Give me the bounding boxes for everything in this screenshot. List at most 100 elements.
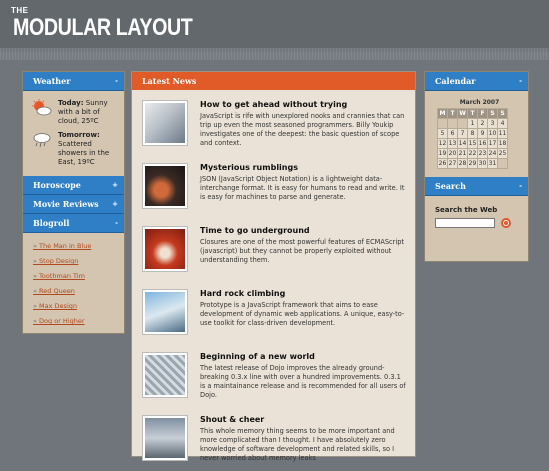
calendar-day[interactable]: 22 xyxy=(467,148,478,159)
calendar-day[interactable]: 28 xyxy=(457,158,468,169)
calendar-day[interactable]: 12 xyxy=(437,138,448,149)
blogroll-link[interactable]: Toothman Tim xyxy=(33,269,116,284)
calendar-day[interactable]: 17 xyxy=(487,138,498,149)
calendar-day xyxy=(457,118,468,129)
blogroll-link[interactable]: The Man in Blue xyxy=(33,239,116,254)
weather-header[interactable]: Weather - xyxy=(23,72,124,91)
header-strip xyxy=(0,48,549,60)
calendar-day[interactable]: 13 xyxy=(447,138,458,149)
search-header-label: Search xyxy=(435,181,466,191)
calendar-day[interactable]: 8 xyxy=(467,128,478,139)
blogroll-link[interactable]: Stop Design xyxy=(33,254,116,269)
weather-tomorrow-text: Scattered showers in the East, 19ºC xyxy=(58,140,110,166)
calendar-day[interactable]: 15 xyxy=(467,138,478,149)
latest-news-header: Latest News xyxy=(132,72,415,90)
left-sidebar: Weather - Today: Sunny with a bit of clo… xyxy=(22,71,125,334)
news-title[interactable]: Mysterious rumblings xyxy=(200,163,407,172)
calendar-day[interactable]: 7 xyxy=(457,128,468,139)
calendar-widget: March 2007 M T W T F S S 1 2 3 4 5 6 7 8 9 10 11 12… xyxy=(425,91,528,169)
rain-cloud-icon xyxy=(31,131,53,149)
horoscope-header-label: Horoscope xyxy=(33,180,81,190)
calendar-grid: M T W T F S S 1 2 3 4 5 6 7 8 9 10 11 12 13 14 15 16 17 1… xyxy=(437,108,508,169)
news-thumbnail[interactable] xyxy=(142,163,188,209)
calendar-day[interactable]: 19 xyxy=(437,148,448,159)
calendar-day[interactable]: 21 xyxy=(457,148,468,159)
search-header[interactable]: Search - xyxy=(425,177,528,196)
news-summary: The latest release of Dojo improves the … xyxy=(200,364,406,399)
news-thumbnail[interactable] xyxy=(142,352,188,398)
blogroll-link[interactable]: Dog or Higher xyxy=(33,314,116,329)
calendar-week: 12 13 14 15 16 17 18 xyxy=(437,138,508,149)
calendar-day[interactable]: 1 xyxy=(467,118,478,129)
calendar-day xyxy=(437,118,448,129)
news-title[interactable]: Beginning of a new world xyxy=(200,352,407,361)
calendar-header[interactable]: Calendar - xyxy=(425,72,528,91)
news-thumbnail[interactable] xyxy=(142,226,188,272)
news-item: Time to go underground Closures are one … xyxy=(132,220,415,276)
sun-cloud-icon xyxy=(31,99,53,117)
calendar-day[interactable]: 24 xyxy=(487,148,498,159)
news-summary: JSON (JavaScript Object Notation) is a l… xyxy=(200,175,405,201)
horoscope-header[interactable]: Horoscope + xyxy=(23,176,124,195)
calendar-day[interactable]: 9 xyxy=(477,128,488,139)
calendar-day[interactable]: 6 xyxy=(447,128,458,139)
calendar-day xyxy=(447,118,458,129)
weather-tomorrow: Tomorrow: Scattered showers in the East,… xyxy=(31,131,118,167)
calendar-day[interactable]: 10 xyxy=(487,128,498,139)
blogroll-link[interactable]: Red Queen xyxy=(33,284,116,299)
calendar-day[interactable]: 31 xyxy=(487,158,498,169)
blogroll-link[interactable]: Max Design xyxy=(33,299,116,314)
weather-header-label: Weather xyxy=(33,76,71,86)
collapse-icon[interactable]: - xyxy=(519,177,522,195)
calendar-day[interactable]: 26 xyxy=(437,158,448,169)
calendar-month: March 2007 xyxy=(459,99,500,106)
calendar-day-header: S xyxy=(497,108,508,119)
calendar-day[interactable]: 4 xyxy=(497,118,508,129)
calendar-day[interactable]: 11 xyxy=(497,128,508,139)
collapse-icon[interactable]: - xyxy=(519,72,522,90)
blogroll-header[interactable]: Blogroll - xyxy=(23,214,124,233)
news-title[interactable]: Time to go underground xyxy=(200,226,407,235)
news-item: Shout & cheer This whole memory thing se… xyxy=(132,409,415,465)
calendar-day[interactable]: 14 xyxy=(457,138,468,149)
calendar-day[interactable]: 27 xyxy=(447,158,458,169)
news-title[interactable]: Shout & cheer xyxy=(200,415,407,424)
calendar-week: 1234 xyxy=(437,118,508,129)
news-item: Hard rock climbing Prototype is a JavaSc… xyxy=(132,283,415,339)
collapse-icon[interactable]: - xyxy=(115,214,118,232)
right-sidebar: Calendar - March 2007 M T W T F S S 1234… xyxy=(424,71,529,262)
calendar-week: 26 27 28 29 30 31 xyxy=(437,158,508,169)
calendar-day[interactable]: 3 xyxy=(487,118,498,129)
site-logo[interactable]: MODULAR LAYOUT xyxy=(13,14,193,42)
calendar-day[interactable]: 18 xyxy=(497,138,508,149)
calendar-day-header: M xyxy=(437,108,448,119)
news-item: Mysterious rumblings JSON (JavaScript Ob… xyxy=(132,157,415,213)
news-title[interactable]: Hard rock climbing xyxy=(200,289,407,298)
movie-reviews-header[interactable]: Movie Reviews + xyxy=(23,195,124,214)
calendar-day[interactable]: 23 xyxy=(477,148,488,159)
calendar-day[interactable]: 30 xyxy=(477,158,488,169)
weather-today-label: Today: xyxy=(58,99,84,107)
expand-icon[interactable]: + xyxy=(112,195,118,213)
calendar-day[interactable]: 2 xyxy=(477,118,488,129)
collapse-icon[interactable]: - xyxy=(115,72,118,90)
news-summary: JavaScript is rife with unexplored nooks… xyxy=(200,112,405,147)
calendar-day-header: T xyxy=(447,108,458,119)
news-thumbnail[interactable] xyxy=(142,415,188,461)
calendar-header-label: Calendar xyxy=(435,76,476,86)
news-thumbnail[interactable] xyxy=(142,100,188,146)
expand-icon[interactable]: + xyxy=(112,176,118,194)
search-input[interactable] xyxy=(435,218,495,228)
news-item: Beginning of a new world The latest rele… xyxy=(132,346,415,402)
latest-news-panel: Latest News How to get ahead without try… xyxy=(131,71,416,462)
search-label: Search the Web xyxy=(435,206,498,214)
calendar-day[interactable]: 5 xyxy=(437,128,448,139)
news-title[interactable]: How to get ahead without trying xyxy=(200,100,407,109)
news-thumbnail[interactable] xyxy=(142,289,188,335)
search-go-icon[interactable] xyxy=(501,218,511,228)
calendar-day[interactable]: 20 xyxy=(447,148,458,159)
blogroll-header-label: Blogroll xyxy=(33,218,70,228)
calendar-day[interactable]: 25 xyxy=(497,148,508,159)
calendar-day[interactable]: 16 xyxy=(477,138,488,149)
calendar-day[interactable]: 29 xyxy=(467,158,478,169)
